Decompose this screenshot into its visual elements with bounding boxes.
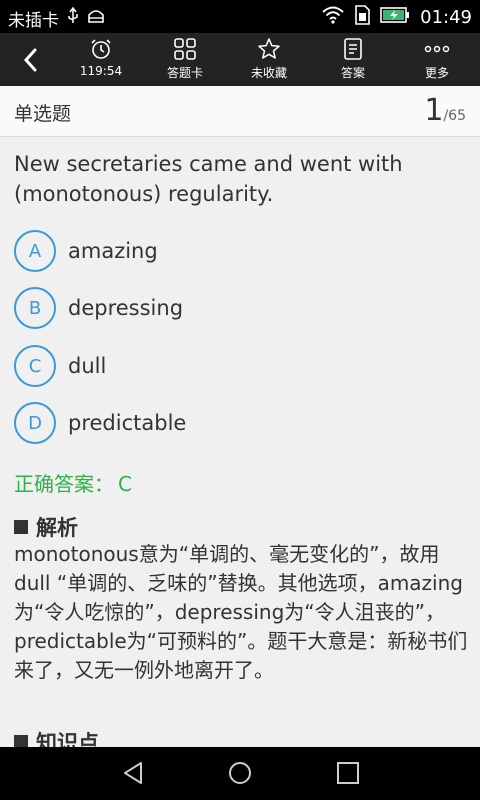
back-arrow-icon[interactable] — [15, 43, 49, 77]
analysis-text: monotonous意为“单调的、毫无变化的”，故用dull “单调的、乏味的”… — [14, 542, 468, 682]
status-bar: 未插卡 01:49 — [0, 0, 480, 33]
question-counter: 1/65 — [424, 93, 466, 128]
favorite-label: 未收藏 — [250, 66, 287, 80]
option-d[interactable]: D predictable — [14, 400, 186, 446]
knowledge-heading: 知识点 — [14, 727, 99, 747]
question-type: 单选题 — [14, 103, 72, 125]
correct-answer: 正确答案： C — [14, 468, 132, 497]
option-b[interactable]: B depressing — [14, 285, 183, 331]
option-text: depressing — [68, 296, 184, 320]
carrier-text: 未插卡 — [8, 11, 59, 31]
android-icon — [87, 8, 105, 29]
knowledge-title: 知识点 — [36, 731, 99, 747]
analysis-heading: 解析 — [14, 512, 78, 542]
more-dots-icon — [424, 45, 450, 53]
square-bullet-icon — [14, 520, 28, 534]
system-nav-bar — [0, 747, 480, 800]
option-letter: B — [14, 287, 56, 329]
option-letter: A — [14, 230, 56, 272]
home-circle-icon[interactable] — [225, 760, 255, 786]
option-c[interactable]: C dull — [14, 343, 106, 389]
document-icon — [344, 38, 362, 60]
top-toolbar: 119:54 答题卡 未收藏 答案 更多 — [0, 33, 480, 86]
option-a[interactable]: A amazing — [14, 228, 158, 274]
option-text: amazing — [68, 239, 158, 263]
square-bullet-icon — [14, 735, 28, 747]
favorite-button[interactable]: 未收藏 — [234, 37, 304, 81]
analysis-title: 解析 — [36, 516, 78, 540]
option-letter: C — [14, 345, 56, 387]
answer-label: 答案 — [340, 66, 365, 80]
question-text: New secretaries came and went with (mono… — [14, 152, 403, 206]
option-text: predictable — [68, 411, 187, 435]
current-question-number: 1 — [424, 93, 444, 128]
recent-square-icon[interactable] — [333, 760, 363, 786]
correct-answer-letter: C — [118, 472, 132, 496]
battery-charging-icon — [380, 6, 410, 29]
wifi-icon — [322, 6, 344, 29]
clock-time: 01:49 — [420, 7, 472, 28]
sim-icon — [354, 5, 370, 30]
total-questions: /65 — [443, 108, 466, 124]
option-text: dull — [68, 354, 107, 378]
question-content[interactable]: New secretaries came and went with (mono… — [0, 137, 480, 747]
correct-answer-label: 正确答案： — [14, 472, 114, 496]
timer-label: 119:54 — [79, 64, 123, 78]
answer-sheet-label: 答题卡 — [166, 66, 203, 80]
answer-sheet-button[interactable]: 答题卡 — [150, 37, 220, 81]
more-button[interactable]: 更多 — [402, 37, 472, 81]
grid-icon — [174, 38, 196, 60]
question-header: 单选题 1/65 — [0, 86, 480, 137]
usb-icon — [67, 6, 79, 30]
back-triangle-icon[interactable] — [119, 760, 149, 786]
star-outline-icon — [258, 38, 280, 59]
more-label: 更多 — [424, 66, 449, 80]
answer-button[interactable]: 答案 — [318, 37, 388, 81]
timer-button[interactable]: 119:54 — [66, 37, 136, 78]
alarm-clock-icon — [91, 39, 111, 59]
option-letter: D — [14, 402, 56, 444]
